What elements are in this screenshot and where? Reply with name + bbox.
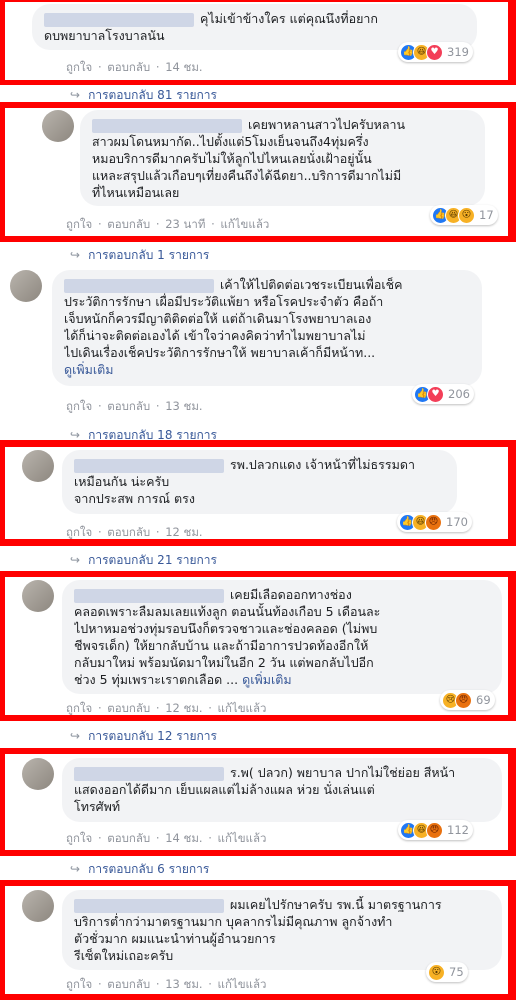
comment-bubble: ผมเคยไปรักษาครับ รพ.นี้ มาตรฐานการ บริกา…: [62, 890, 502, 970]
like-link[interactable]: ถูกใจ: [66, 701, 92, 715]
like-link[interactable]: ถูกใจ: [66, 399, 92, 413]
reply-link[interactable]: ตอบกลับ: [107, 399, 150, 413]
edited-label[interactable]: แก้ไขแล้ว: [218, 977, 267, 991]
wow-reaction-icon: 😮: [458, 206, 475, 224]
view-replies-link-1[interactable]: ↪ การตอบกลับ 81 รายการ: [70, 86, 217, 105]
reply-arrow-icon: ↪: [70, 248, 81, 262]
reaction-summary[interactable]: 👍 😆 😮 17: [430, 205, 498, 225]
like-link[interactable]: ถูกใจ: [66, 60, 92, 74]
reply-arrow-icon: ↪: [70, 862, 81, 876]
comment-time[interactable]: 14 ชม.: [165, 60, 202, 74]
comment-time[interactable]: 12 ชม.: [165, 525, 202, 539]
edited-label[interactable]: แก้ไขแล้ว: [220, 217, 269, 231]
comment-text-line: ดบพยาบาลโรงบาลนัน: [44, 28, 165, 43]
reaction-summary[interactable]: 👍 😆 ♥ 319: [398, 42, 473, 62]
comment-bubble: ร.พ( ปลวก) พยาบาล ปากไม่ใช่ย่อย สีหน้า แ…: [62, 758, 502, 822]
avatar[interactable]: [22, 890, 54, 922]
avatar[interactable]: [22, 758, 54, 790]
like-link[interactable]: ถูกใจ: [66, 831, 92, 845]
reaction-summary[interactable]: 👍 ♥ 206: [412, 384, 474, 404]
reaction-summary[interactable]: 😮 75: [426, 962, 468, 982]
reply-link[interactable]: ตอบกลับ: [107, 60, 150, 74]
see-more-link[interactable]: ดูเพิ่มเติม: [64, 361, 470, 378]
reply-link[interactable]: ตอบกลับ: [107, 831, 150, 845]
love-reaction-icon: ♥: [426, 43, 443, 61]
reply-arrow-icon: ↪: [70, 553, 81, 567]
like-link[interactable]: ถูกใจ: [66, 977, 92, 991]
edited-label[interactable]: แก้ไขแล้ว: [218, 701, 267, 715]
comment-time[interactable]: 23 นาที: [165, 217, 205, 231]
view-replies-link-3[interactable]: ↪ การตอบกลับ 18 รายการ: [70, 426, 217, 445]
reply-arrow-icon: ↪: [70, 88, 81, 102]
reply-link[interactable]: ตอบกลับ: [107, 977, 150, 991]
love-reaction-icon: ♥: [427, 385, 444, 403]
commenter-name-redacted[interactable]: [92, 118, 242, 133]
reply-arrow-icon: ↪: [70, 729, 81, 743]
comment-time[interactable]: 12 ชม.: [165, 701, 202, 715]
comment-time[interactable]: 13 ชม.: [165, 977, 202, 991]
reply-link[interactable]: ตอบกลับ: [107, 217, 150, 231]
commenter-name-redacted[interactable]: [74, 588, 224, 603]
comment-time[interactable]: 13 ชม.: [165, 399, 202, 413]
avatar[interactable]: [22, 580, 54, 612]
comment-text-line: คุไม่เข้าข้างใคร แต่คุณนึงที่อยาก: [200, 11, 378, 26]
commenter-name-redacted[interactable]: [44, 12, 194, 27]
commenter-name-redacted[interactable]: [74, 458, 224, 473]
view-replies-link-2[interactable]: ↪ การตอบกลับ 1 รายการ: [70, 246, 209, 265]
avatar[interactable]: [22, 450, 54, 482]
view-replies-link-5[interactable]: ↪ การตอบกลับ 12 รายการ: [70, 727, 217, 746]
angry-reaction-icon: 😠: [455, 691, 472, 709]
avatar[interactable]: [10, 270, 42, 302]
reaction-count: 319: [447, 45, 469, 59]
reaction-summary[interactable]: 👍 😆 😠 170: [397, 512, 472, 532]
edited-label[interactable]: แก้ไขแล้ว: [218, 831, 267, 845]
like-link[interactable]: ถูกใจ: [66, 525, 92, 539]
view-replies-link-4[interactable]: ↪ การตอบกลับ 21 รายการ: [70, 551, 217, 570]
comment-bubble: เคยพาหลานสาวไปครับหลาน สาวผมโดนหมากัด..ไ…: [80, 110, 485, 206]
comment-bubble: รพ.ปลวกแดง เจ้าหน้าที่ไม่ธรรมดา เหมือนกั…: [62, 450, 457, 514]
comment-time[interactable]: 14 ชม.: [165, 831, 202, 845]
commenter-name-redacted[interactable]: [74, 898, 224, 913]
comment-bubble: เค้าให้ไปติดต่อเวชระเบียนเพื่อเช็ค ประวั…: [52, 270, 482, 386]
wow-reaction-icon: 😮: [428, 963, 445, 981]
reaction-summary[interactable]: 😢 😠 69: [440, 690, 495, 710]
like-link[interactable]: ถูกใจ: [66, 217, 92, 231]
comment-bubble: เคยมีเลือดออกทางช่อง คลอดเพราะลืมลมเลยแท…: [62, 580, 502, 694]
see-more-link[interactable]: ดูเพิ่มเติม: [242, 672, 292, 687]
reply-arrow-icon: ↪: [70, 428, 81, 442]
view-replies-link-6[interactable]: ↪ การตอบกลับ 6 รายการ: [70, 860, 209, 879]
angry-reaction-icon: 😠: [425, 513, 442, 531]
reaction-summary[interactable]: 👍 😆 😠 112: [398, 820, 473, 840]
avatar[interactable]: [42, 110, 74, 142]
commenter-name-redacted[interactable]: [64, 278, 214, 293]
reply-link[interactable]: ตอบกลับ: [107, 525, 150, 539]
commenter-name-redacted[interactable]: [74, 766, 224, 781]
reply-link[interactable]: ตอบกลับ: [107, 701, 150, 715]
angry-reaction-icon: 😠: [426, 821, 443, 839]
